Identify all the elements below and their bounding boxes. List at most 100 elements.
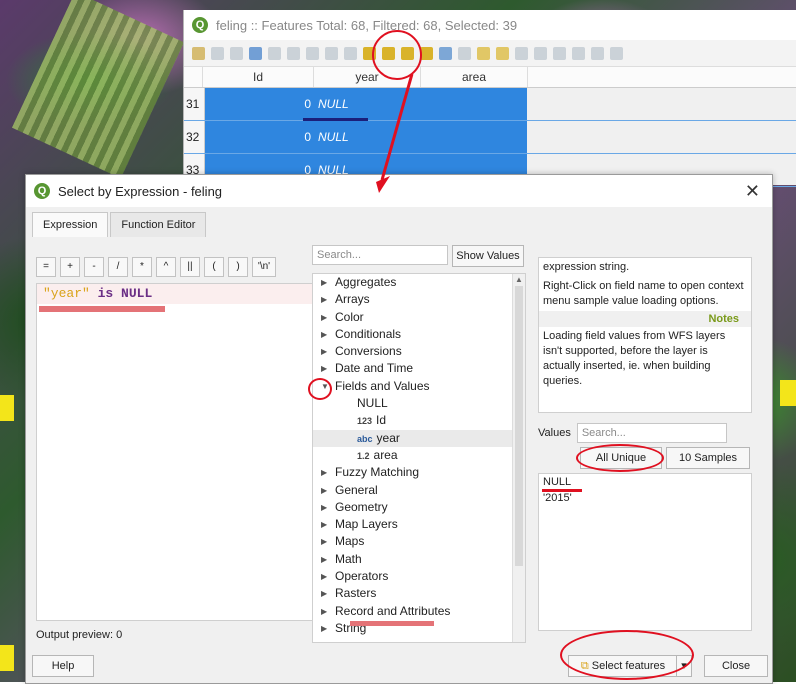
row-number: 31 xyxy=(184,88,205,120)
filter-icon[interactable] xyxy=(439,46,452,60)
map-feature-highlight xyxy=(780,380,796,406)
function-group-item[interactable]: ▶ Geometry xyxy=(313,499,525,516)
function-group-item[interactable]: ▶ Rasters xyxy=(313,585,525,602)
actions-icon[interactable] xyxy=(610,46,623,60)
function-group-item[interactable]: ▶ Operators xyxy=(313,568,525,585)
function-group-item[interactable]: ▶ Color xyxy=(313,309,525,326)
show-values-button[interactable]: Show Values xyxy=(452,245,524,267)
annotation-underline xyxy=(542,489,582,492)
new-field-icon[interactable] xyxy=(515,46,528,60)
table-row[interactable]: 32 0 NULL xyxy=(184,121,796,154)
operator-open-paren-button[interactable]: ( xyxy=(204,257,224,277)
help-text-panel: expression string. Right-Click on field … xyxy=(538,257,752,413)
help-button[interactable]: Help xyxy=(32,655,94,677)
table-row[interactable]: 31 0 NULL xyxy=(184,88,796,121)
function-group-item[interactable]: ▶ Fuzzy Matching xyxy=(313,464,525,481)
operator-buttons: = + - / * ^ || ( ) '\n' xyxy=(36,257,276,277)
row-number: 32 xyxy=(184,121,205,153)
value-item-2015[interactable]: '2015' xyxy=(539,490,751,506)
operator-minus-button[interactable]: - xyxy=(84,257,104,277)
ten-samples-button[interactable]: 10 Samples xyxy=(666,447,750,469)
notes-heading: Notes xyxy=(539,311,751,327)
qgis-logo-icon: Q xyxy=(34,183,50,199)
column-header-area[interactable]: area xyxy=(421,67,528,87)
function-group-item[interactable]: ▶ Conversions xyxy=(313,343,525,360)
expression-line[interactable]: "year" is NULL xyxy=(37,284,317,304)
pan-to-selection-icon[interactable] xyxy=(477,46,490,60)
paste-icon[interactable] xyxy=(344,46,357,60)
zoom-to-selection-icon[interactable] xyxy=(496,46,509,60)
close-icon[interactable]: ✕ xyxy=(745,181,760,202)
value-item-null[interactable]: NULL xyxy=(539,474,751,490)
field-item-year[interactable]: abc year xyxy=(313,429,525,447)
cell-area[interactable] xyxy=(421,121,527,153)
operator-multiply-button[interactable]: * xyxy=(132,257,152,277)
move-selection-top-icon[interactable] xyxy=(458,46,471,60)
annotation-circle xyxy=(308,378,332,400)
expression-field-token: "year" xyxy=(43,286,90,301)
cut-icon[interactable] xyxy=(306,46,319,60)
function-group-item[interactable]: ▶ Date and Time xyxy=(313,360,525,377)
tab-expression[interactable]: Expression xyxy=(32,212,109,237)
field-item-area[interactable]: 1.2 area xyxy=(313,447,525,464)
dock-table-icon[interactable] xyxy=(591,46,604,60)
annotation-arrow xyxy=(376,73,414,193)
multi-edit-icon[interactable] xyxy=(211,46,224,60)
edit-pencil-icon[interactable] xyxy=(192,46,205,60)
reload-icon[interactable] xyxy=(249,46,262,60)
cell-id[interactable]: 0 xyxy=(205,121,315,153)
values-label: Values xyxy=(538,427,571,439)
map-feature-highlight xyxy=(0,645,14,671)
field-calculator-icon[interactable] xyxy=(553,46,566,60)
expression-keyword-token: NULL xyxy=(121,286,153,301)
function-group-item[interactable]: ▶ General xyxy=(313,482,525,499)
output-preview: Output preview: 0 xyxy=(36,629,123,641)
field-item-null[interactable]: NULL xyxy=(313,395,525,412)
function-group-item[interactable]: ▶ Math xyxy=(313,551,525,568)
cell-area[interactable] xyxy=(421,88,527,120)
function-group-fields-and-values[interactable]: ▼ Fields and Values xyxy=(313,378,525,395)
help-text: Right-Click on field name to open contex… xyxy=(543,280,744,307)
function-list-scrollbar[interactable]: ▲ xyxy=(512,274,525,642)
help-text: expression string. xyxy=(543,261,630,273)
field-item-id[interactable]: 123 Id xyxy=(313,412,525,429)
function-group-item[interactable]: ▶ Aggregates xyxy=(313,274,525,291)
operator-power-button[interactable]: ^ xyxy=(156,257,176,277)
conditional-format-icon[interactable] xyxy=(572,46,585,60)
function-panel: Search... Show Values ▶ Aggregates ▶ Array… xyxy=(312,245,526,643)
delete-field-icon[interactable] xyxy=(534,46,547,60)
operator-divide-button[interactable]: / xyxy=(108,257,128,277)
function-group-item[interactable]: ▶ Arrays xyxy=(313,291,525,308)
operator-plus-button[interactable]: + xyxy=(60,257,80,277)
help-text: Loading field values from WFS layers isn… xyxy=(543,330,726,387)
function-group-item[interactable]: ▶ Record and Attributes xyxy=(313,603,525,620)
operator-equals-button[interactable]: = xyxy=(36,257,56,277)
add-feature-icon[interactable] xyxy=(268,46,281,60)
save-edits-icon[interactable] xyxy=(230,46,243,60)
values-search-input[interactable]: Search... xyxy=(576,423,727,443)
tab-function-editor[interactable]: Function Editor xyxy=(110,212,207,237)
dialog-title: Select by Expression - feling xyxy=(58,183,223,199)
dialog-tabs: Expression Function Editor xyxy=(32,212,208,237)
copy-icon[interactable] xyxy=(325,46,338,60)
delete-feature-icon[interactable] xyxy=(287,46,300,60)
annotation-circle xyxy=(560,630,694,680)
close-button[interactable]: Close xyxy=(704,655,768,677)
attribute-table-title: feling :: Features Total: 68, Filtered: … xyxy=(216,17,518,33)
column-header-id[interactable]: Id xyxy=(203,67,314,87)
function-group-item[interactable]: ▶ Map Layers xyxy=(313,516,525,533)
attribute-table-window: Q feling :: Features Total: 68, Filtered… xyxy=(183,10,796,187)
select-by-expression-dialog: Q Select by Expression - feling ✕ Expres… xyxy=(25,174,773,684)
function-group-item[interactable]: ▶ Conditionals xyxy=(313,326,525,343)
map-feature-highlight xyxy=(0,395,14,421)
values-row: Values Search... xyxy=(538,423,727,443)
operator-concat-button[interactable]: || xyxy=(180,257,200,277)
operator-close-paren-button[interactable]: ) xyxy=(228,257,248,277)
annotation-underline xyxy=(350,621,434,626)
cell-id[interactable]: 0 xyxy=(205,88,315,120)
function-group-item[interactable]: ▶ Maps xyxy=(313,533,525,550)
expression-editor[interactable]: "year" is NULL xyxy=(36,283,318,621)
annotation-underline xyxy=(303,118,368,121)
operator-newline-button[interactable]: '\n' xyxy=(252,257,276,277)
function-search-input[interactable]: Search... xyxy=(312,245,448,265)
